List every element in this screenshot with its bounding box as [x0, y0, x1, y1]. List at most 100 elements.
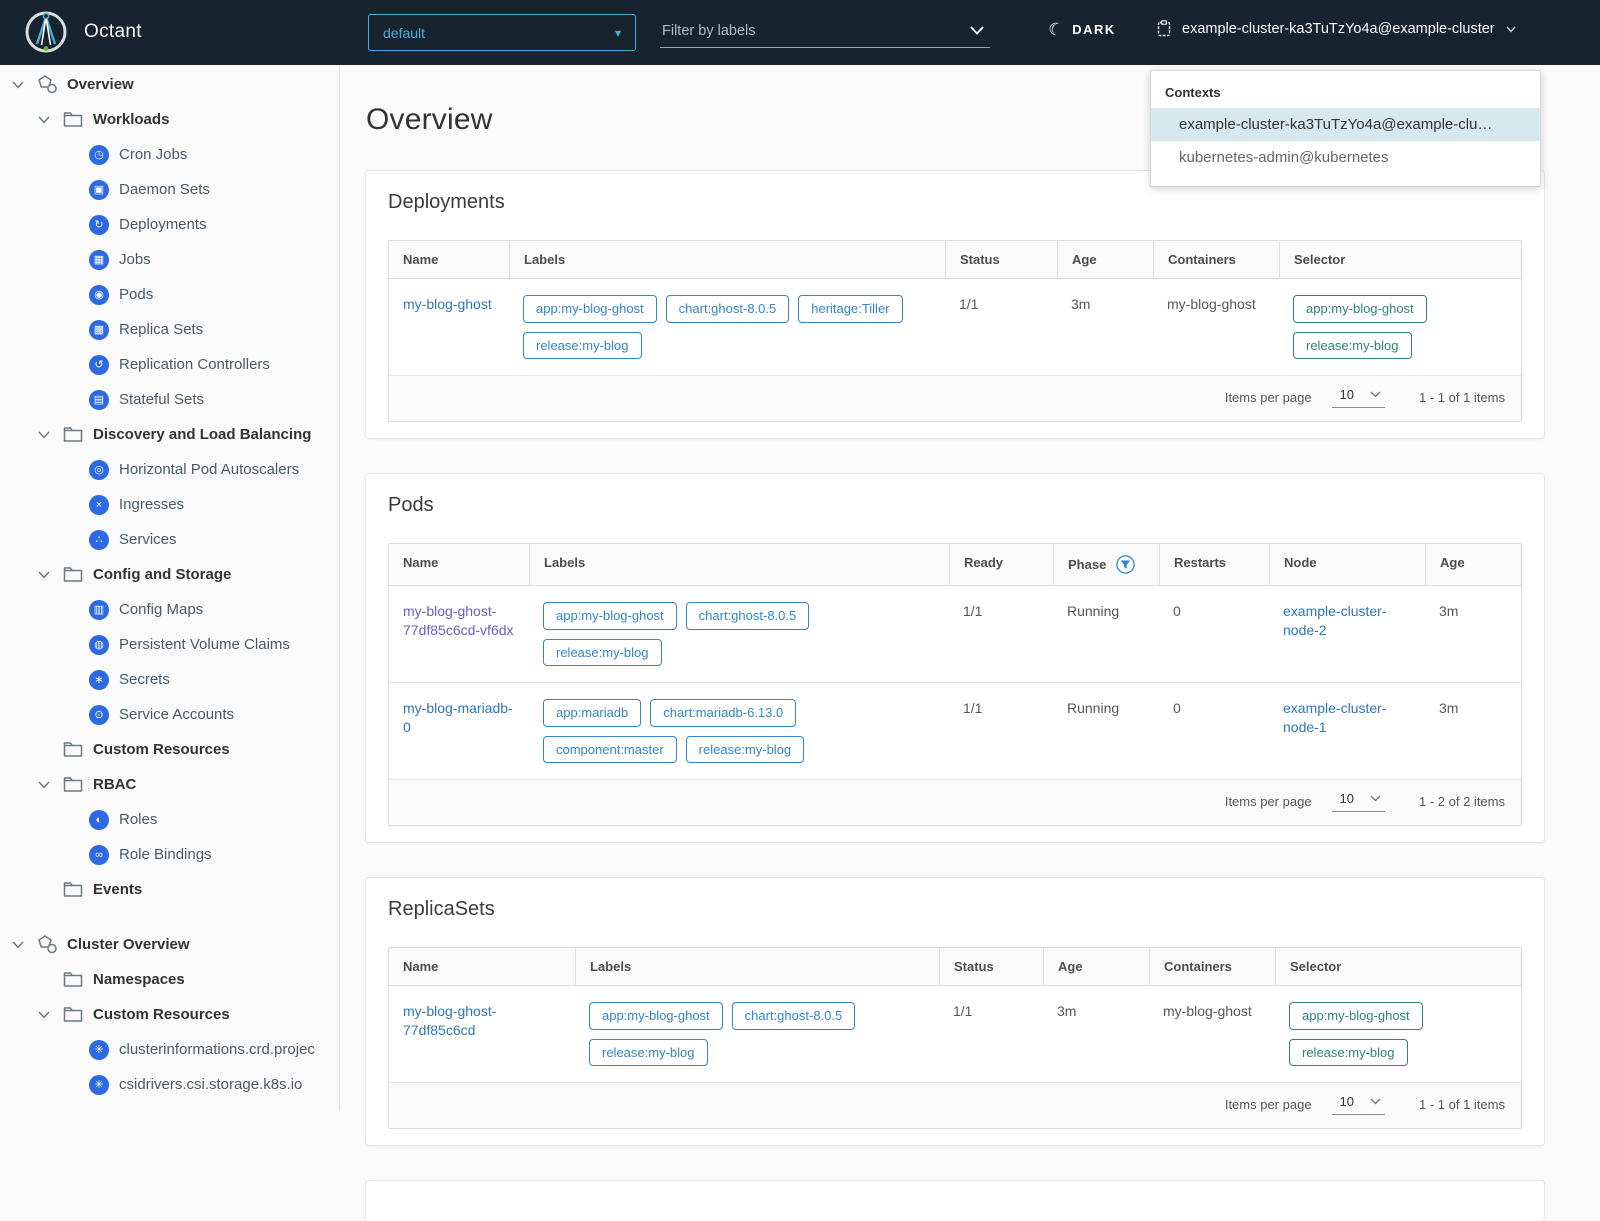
sidebar-item-overview[interactable]: Overview	[0, 67, 339, 102]
column-header-restarts: Restarts	[1159, 544, 1269, 586]
chevron-down-icon[interactable]	[8, 940, 28, 949]
chevron-down-icon[interactable]	[34, 780, 54, 789]
age-cell: 3m	[1071, 296, 1091, 312]
sidebar-group-rbac[interactable]: RBAC	[0, 767, 339, 802]
chevron-down-icon[interactable]	[8, 80, 28, 89]
label-badge[interactable]: release:my-blog	[589, 1038, 708, 1067]
deployment-name-link[interactable]: my-blog-ghost	[403, 296, 492, 312]
sidebar-group-events[interactable]: Events	[0, 872, 339, 907]
chevron-placeholder	[34, 976, 54, 984]
sidebar-item-replication-controllers[interactable]: ↺ Replication Controllers	[0, 347, 339, 382]
table-row: my-blog-mariadb-0 app:mariadb chart:mari…	[389, 683, 1521, 781]
context-option-selected[interactable]: example-cluster-ka3TuTzYo4a@example-clu…	[1151, 108, 1540, 141]
sidebar-group-cluster-custom-resources[interactable]: Custom Resources	[0, 997, 339, 1032]
context-selector[interactable]: example-cluster-ka3TuTzYo4a@example-clus…	[1155, 20, 1516, 38]
replicaset-name-link[interactable]: my-blog-ghost-77df85c6cd	[403, 1003, 496, 1038]
pod-name-link[interactable]: my-blog-mariadb-0	[403, 700, 513, 735]
chevron-down-icon[interactable]	[34, 115, 54, 124]
node-link[interactable]: example-cluster-node-1	[1283, 700, 1386, 735]
label-badge[interactable]: heritage:Tiller	[798, 295, 903, 323]
sidebar-group-namespaces[interactable]: Namespaces	[0, 962, 339, 997]
selector-badge[interactable]: app:my-blog-ghost	[1293, 295, 1427, 323]
page-size-select[interactable]: 10	[1331, 387, 1386, 409]
label-badge[interactable]: chart:mariadb-6.13.0	[650, 699, 797, 727]
selector-badge[interactable]: release:my-blog	[1289, 1038, 1408, 1067]
sidebar-item-secrets[interactable]: ∗ Secrets	[0, 662, 339, 697]
chevron-down-icon[interactable]	[34, 1010, 54, 1019]
sidebar-item-services[interactable]: ∴ Services	[0, 522, 339, 557]
pods-icon: ◉	[88, 284, 110, 305]
chevron-down-icon[interactable]	[34, 570, 54, 579]
sidebar-group-discovery[interactable]: Discovery and Load Balancing	[0, 417, 339, 452]
items-per-page-label: Items per page	[1224, 794, 1312, 810]
items-per-page-label: Items per page	[1224, 1097, 1312, 1113]
sidebar-item-service-accounts[interactable]: ⊙ Service Accounts	[0, 697, 339, 732]
sidebar-item-horizontal-pod-autoscalers[interactable]: ◎ Horizontal Pod Autoscalers	[0, 452, 339, 487]
selector-badge[interactable]: app:my-blog-ghost	[1289, 1002, 1423, 1030]
deployments-icon: ↻	[88, 214, 110, 235]
label-filter-input[interactable]	[660, 22, 970, 43]
page-size-select[interactable]: 10	[1331, 791, 1386, 813]
node-link[interactable]: example-cluster-node-2	[1283, 603, 1386, 638]
sidebar-item-pods[interactable]: ◉ Pods	[0, 277, 339, 312]
context-option[interactable]: kubernetes-admin@kubernetes	[1151, 141, 1540, 174]
label-filter	[660, 18, 990, 48]
sidebar-item-jobs[interactable]: ▦ Jobs	[0, 242, 339, 277]
label-badge[interactable]: release:my-blog	[685, 735, 805, 764]
replication-controllers-icon: ↺	[88, 354, 110, 375]
chevron-down-icon[interactable]	[34, 430, 54, 439]
column-header-labels: Labels	[509, 241, 945, 278]
sidebar-item-clusterinformations-crd[interactable]: ✳ clusterinformations.crd.projec	[0, 1032, 339, 1067]
pods-card: Pods Name Labels Ready Phase Restarts No…	[366, 474, 1544, 843]
app-header: Octant default ▾ ☾ DARK example-cluster-…	[0, 0, 1600, 65]
sidebar-item-config-maps[interactable]: ▥ Config Maps	[0, 592, 339, 627]
octant-logo[interactable]: Octant	[24, 10, 142, 54]
sidebar-item-ingresses[interactable]: × Ingresses	[0, 487, 339, 522]
column-header-age: Age	[1057, 241, 1153, 278]
label-badge[interactable]: release:my-blog	[543, 638, 662, 667]
jobs-icon: ▦	[88, 249, 110, 270]
folder-icon	[62, 971, 84, 988]
label-badge[interactable]: app:my-blog-ghost	[543, 602, 677, 630]
label-badge[interactable]: component:master	[543, 735, 677, 764]
sidebar-item-role-bindings[interactable]: ∞ Role Bindings	[0, 837, 339, 872]
label-badge[interactable]: chart:ghost-8.0.5	[731, 1002, 856, 1030]
sidebar-item-stateful-sets[interactable]: ▤ Stateful Sets	[0, 382, 339, 417]
label-badge[interactable]: release:my-blog	[523, 331, 642, 360]
sidebar-item-cluster-overview[interactable]: Cluster Overview	[0, 927, 339, 962]
chevron-down-icon[interactable]	[970, 26, 984, 35]
label-badge[interactable]: chart:ghost-8.0.5	[685, 602, 810, 630]
sidebar-item-deployments[interactable]: ↻ Deployments	[0, 207, 339, 242]
namespace-select[interactable]: default ▾	[368, 14, 636, 51]
replica-sets-icon: ▩	[88, 319, 110, 340]
sidebar-item-roles[interactable]: ◐ Roles	[0, 802, 339, 837]
table-header-row: Name Labels Status Age Containers Select…	[389, 948, 1521, 987]
config-maps-icon: ▥	[88, 599, 110, 620]
label-badge[interactable]: app:mariadb	[543, 699, 642, 727]
restarts-cell: 0	[1173, 603, 1181, 620]
column-header-containers: Containers	[1153, 241, 1279, 278]
label-badge[interactable]: app:my-blog-ghost	[523, 295, 657, 323]
sidebar-group-config-storage[interactable]: Config and Storage	[0, 557, 339, 592]
theme-toggle-button[interactable]: ☾ DARK	[1046, 18, 1116, 40]
sidebar-item-replica-sets[interactable]: ▩ Replica Sets	[0, 312, 339, 347]
sidebar-item-cron-jobs[interactable]: ◷ Cron Jobs	[0, 137, 339, 172]
context-label: example-cluster-ka3TuTzYo4a@example-clus…	[1182, 21, 1495, 37]
pod-name-link[interactable]: my-blog-ghost-77df85c6cd-vf6dx	[403, 603, 514, 638]
page-size-select[interactable]: 10	[1331, 1094, 1386, 1116]
replicasets-card: ReplicaSets Name Labels Status Age Conta…	[366, 878, 1544, 1146]
table-footer: Items per page 10 1 - 1 of 1 items	[389, 376, 1521, 422]
phase-filter-icon[interactable]	[1116, 555, 1136, 574]
sidebar-group-workloads[interactable]: Workloads	[0, 102, 339, 137]
sidebar-item-daemon-sets[interactable]: ▣ Daemon Sets	[0, 172, 339, 207]
label-badge[interactable]: app:my-blog-ghost	[589, 1002, 723, 1030]
services-icon: ∴	[88, 529, 110, 550]
sidebar-item-csidrivers-crd[interactable]: ✳ csidrivers.csi.storage.k8s.io	[0, 1067, 339, 1102]
sidebar-group-custom-resources[interactable]: Custom Resources	[0, 732, 339, 767]
selector-badge[interactable]: release:my-blog	[1293, 331, 1412, 360]
column-header-labels: Labels	[575, 948, 939, 986]
sidebar-item-persistent-volume-claims[interactable]: ◍ Persistent Volume Claims	[0, 627, 339, 662]
label-badge[interactable]: chart:ghost-8.0.5	[665, 295, 790, 323]
chevron-down-icon	[1370, 1098, 1381, 1105]
column-header-containers: Containers	[1149, 948, 1275, 986]
